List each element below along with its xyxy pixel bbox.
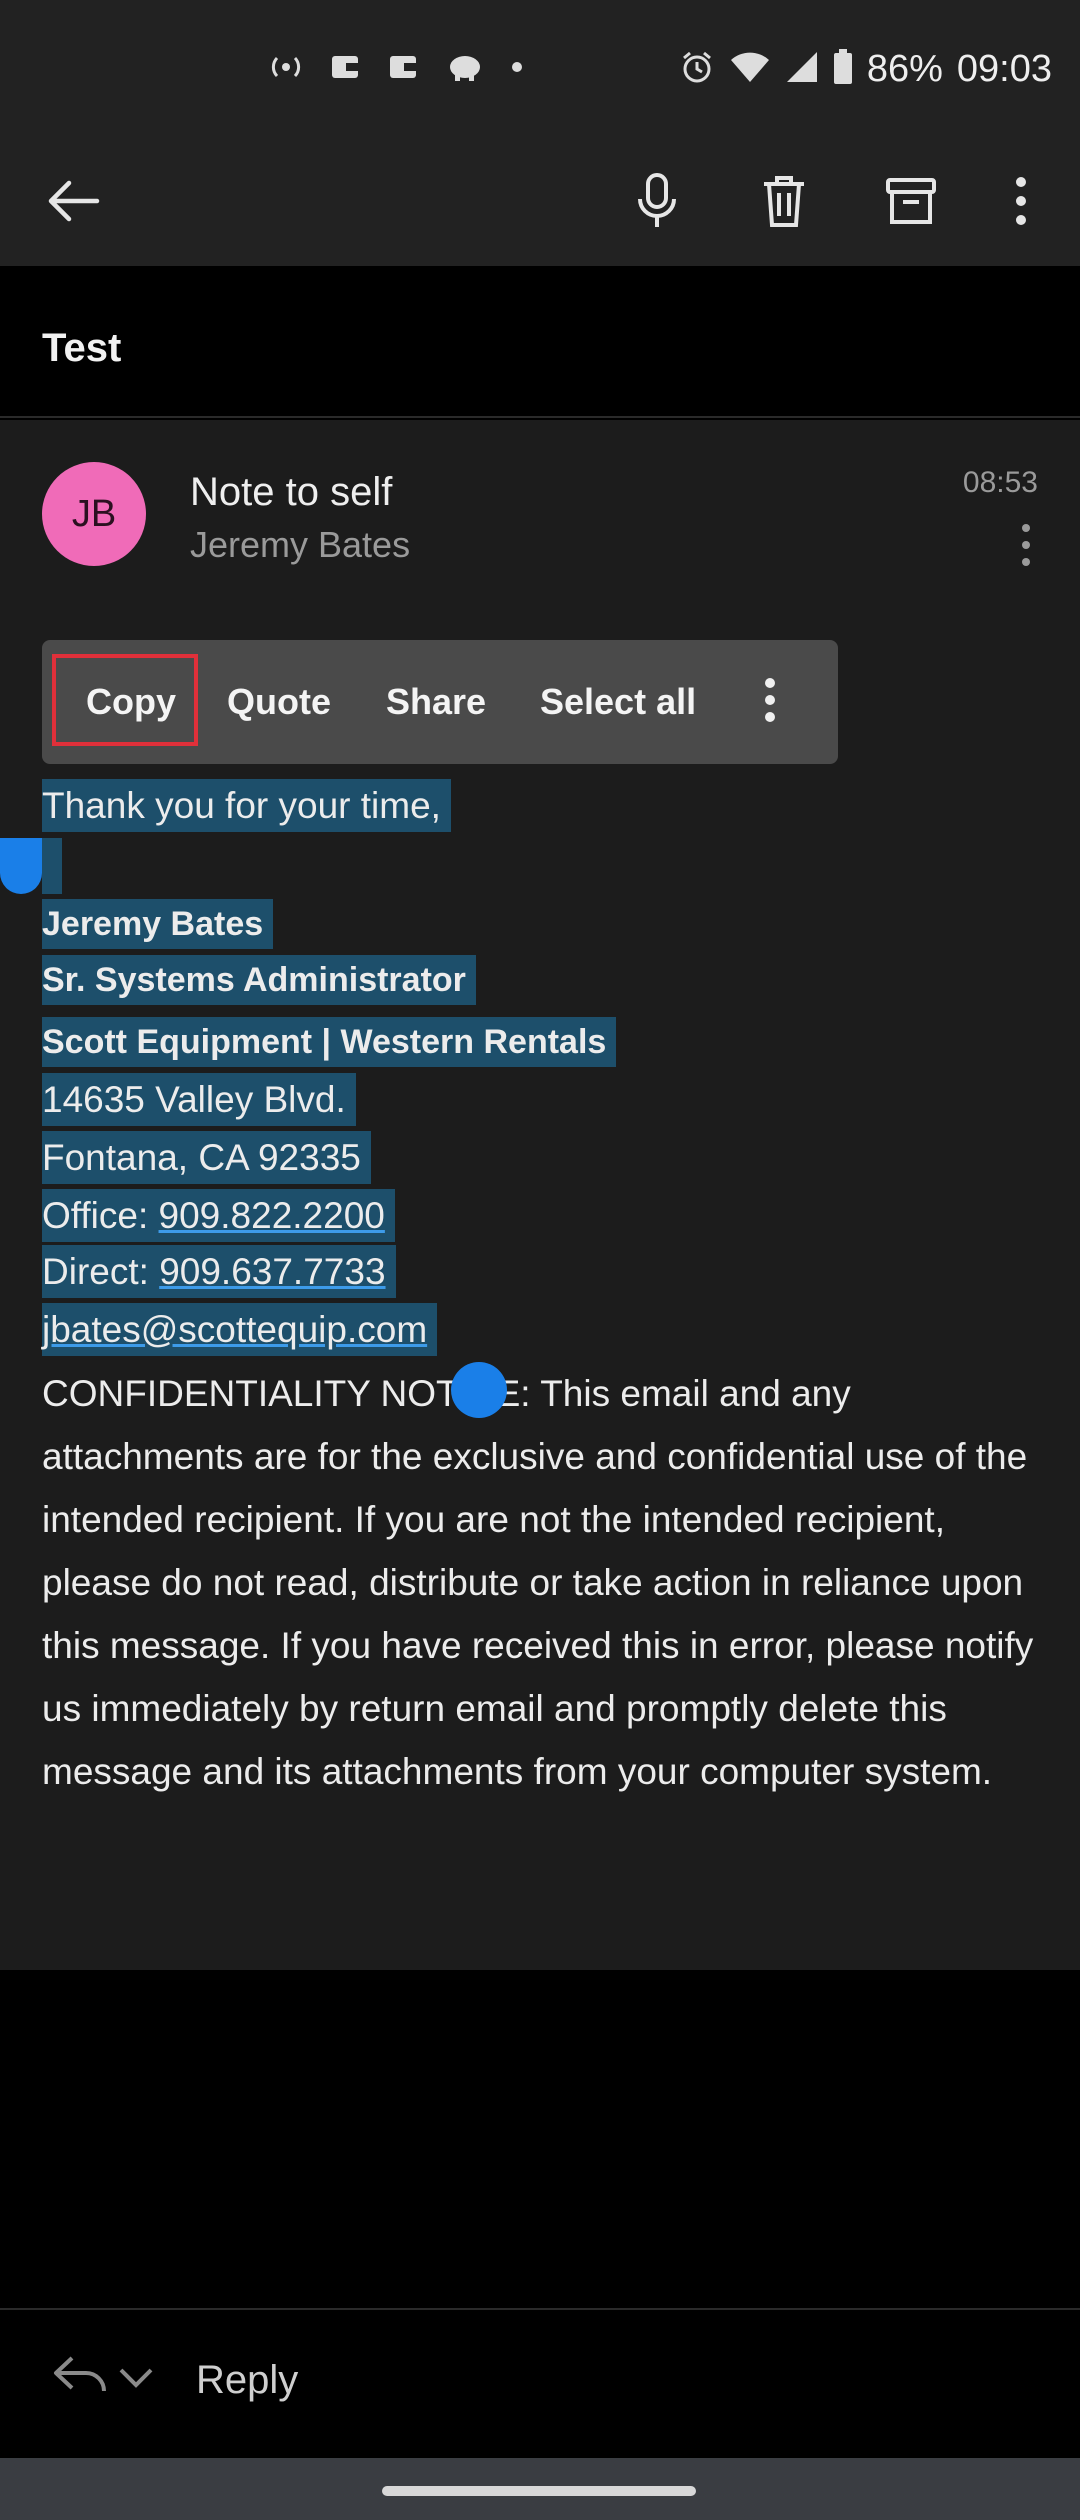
sender-name[interactable]: Jeremy Bates	[190, 524, 410, 566]
dot-icon	[510, 60, 524, 79]
archive-icon	[885, 176, 937, 231]
selection-end-handle[interactable]	[451, 1362, 507, 1418]
home-gesture-pill[interactable]	[382, 2486, 696, 2496]
share-button[interactable]: Share	[386, 640, 486, 764]
body-line-city: Fontana, CA 92335	[42, 1131, 371, 1184]
back-button[interactable]	[34, 164, 112, 242]
wallet-icon-2	[388, 53, 420, 86]
direct-phone-link[interactable]: 909.637.7733	[159, 1251, 385, 1292]
more-vert-icon	[764, 677, 776, 727]
trash-icon	[760, 173, 808, 234]
more-vert-icon	[1014, 176, 1028, 231]
message-more-button[interactable]	[1006, 512, 1046, 582]
selection-more-button[interactable]	[742, 662, 798, 742]
email-link[interactable]: jbates@scottequip.com	[42, 1309, 427, 1350]
archive-button[interactable]	[872, 164, 950, 242]
more-options-button[interactable]	[982, 164, 1060, 242]
message-time: 08:53	[962, 466, 1038, 499]
selected-text: Thank you for your time,	[42, 779, 451, 832]
chevron-down-icon[interactable]	[118, 2366, 154, 2395]
message-title: Note to self	[190, 470, 393, 514]
clock: 09:03	[956, 48, 1052, 90]
wifi-icon	[729, 50, 771, 89]
quote-button[interactable]: Quote	[227, 640, 331, 764]
selected-text: Scott Equipment | Western Rentals	[42, 1017, 617, 1067]
body-line-office: Office: 909.822.2200	[42, 1189, 395, 1242]
microphone-icon	[635, 172, 679, 235]
direct-label: Direct:	[42, 1251, 160, 1292]
hotspot-icon	[268, 53, 304, 86]
body-line-email: jbates@scottequip.com	[42, 1303, 438, 1356]
body-line-blank	[42, 838, 112, 894]
subject: Test	[42, 326, 122, 370]
body-line-address: 14635 Valley Blvd.	[42, 1073, 356, 1126]
reply-label[interactable]: Reply	[196, 2358, 298, 2403]
alarm-icon	[679, 49, 715, 90]
voice-button[interactable]	[618, 164, 696, 242]
signal-icon	[785, 50, 819, 89]
battery-percent: 86%	[866, 48, 943, 90]
selected-text: Jeremy Bates	[42, 899, 274, 949]
selected-text: Fontana, CA 92335	[42, 1131, 371, 1184]
body-line-company: Scott Equipment | Western Rentals	[42, 1017, 617, 1067]
toolbar	[0, 140, 1080, 266]
body-line-name: Jeremy Bates	[42, 899, 274, 949]
select-all-button[interactable]: Select all	[540, 640, 696, 764]
text-selection-menu: Copy Quote Share Select all	[42, 640, 838, 764]
wallet-icon	[330, 53, 362, 86]
avatar[interactable]: JB	[42, 462, 146, 566]
piggy-bank-icon	[446, 52, 484, 87]
copy-button[interactable]: Copy	[86, 640, 176, 764]
more-vert-icon	[1021, 523, 1031, 572]
office-phone-link[interactable]: 909.822.2200	[159, 1195, 385, 1236]
battery-icon	[833, 49, 853, 90]
status-bar: 86% 09:03	[0, 0, 1080, 140]
confidentiality-notice: CONFIDENTIALITY NOTICE: This email and a…	[42, 1373, 1034, 1792]
selection-start-handle[interactable]	[0, 838, 42, 894]
navigation-bar	[0, 2458, 1080, 2520]
selected-text: Sr. Systems Administrator	[42, 955, 476, 1005]
office-label: Office:	[42, 1195, 159, 1236]
reply-icon	[52, 2354, 108, 2399]
selected-text: 14635 Valley Blvd.	[42, 1073, 356, 1126]
selected-blank	[42, 838, 62, 894]
body-line-title: Sr. Systems Administrator	[42, 955, 476, 1005]
subject-bar: Test	[0, 266, 1080, 418]
reply-bar[interactable]: Reply	[0, 2310, 1080, 2458]
system-icons: 86% 09:03	[679, 48, 1052, 91]
body-line-thanks: Thank you for your time,	[42, 779, 451, 832]
notification-icons	[268, 52, 524, 87]
delete-button[interactable]	[745, 164, 823, 242]
back-arrow-icon	[45, 177, 101, 230]
body-line-direct: Direct: 909.637.7733	[42, 1245, 396, 1298]
